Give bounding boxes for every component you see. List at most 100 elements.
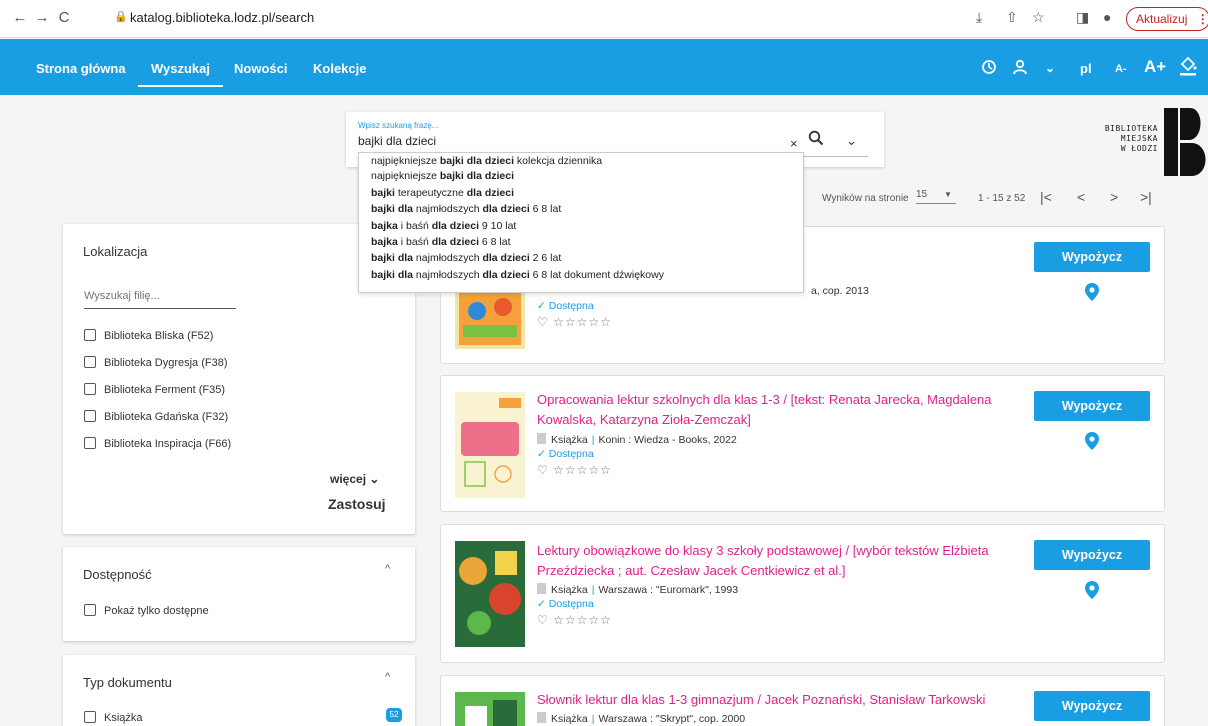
checkbox[interactable] [84, 356, 96, 368]
heart-icon[interactable]: ♡ [537, 613, 549, 627]
doc-type-count-badge: 52 [386, 708, 402, 722]
location-pin-icon[interactable] [1085, 283, 1099, 301]
search-label: Wpisz szukaną frazę... [358, 121, 439, 130]
availability-status: ✓ Dostępna [537, 300, 594, 312]
suggestion-item[interactable]: najpiękniejsze bajki dla dzieci kolekcja… [359, 153, 803, 169]
forward-button[interactable]: → [32, 9, 52, 26]
sidepanel-icon[interactable]: ◨ [1076, 9, 1089, 26]
per-page-value: 15 [916, 189, 928, 200]
user-icon[interactable] [1011, 58, 1029, 76]
checkbox[interactable] [84, 437, 96, 449]
rating-stars[interactable]: ♡ ☆☆☆☆☆ [537, 315, 612, 329]
location-pin-icon[interactable] [1085, 581, 1099, 599]
result-card: Opracowania lektur szkolnych dla klas 1-… [440, 375, 1165, 512]
branch-search-input[interactable] [84, 290, 236, 309]
search-icon[interactable] [808, 130, 824, 146]
check-circle-icon: ✓ [537, 448, 546, 460]
checkbox[interactable] [84, 410, 96, 422]
available-only-option[interactable]: Pokaż tylko dostępne [84, 604, 209, 618]
suggestion-item[interactable]: najpiękniejsze bajki dla dzieci [359, 169, 803, 185]
borrow-button[interactable]: Wypożycz [1034, 242, 1150, 272]
checkbox[interactable] [84, 383, 96, 395]
nav-search[interactable]: Wyszukaj [137, 61, 224, 87]
last-page-icon[interactable]: >| [1140, 189, 1152, 205]
update-label: Aktualizuj [1136, 12, 1188, 26]
availability-status: ✓ Dostępna [537, 448, 594, 460]
history-icon[interactable] [980, 58, 998, 76]
address-bar[interactable]: katalog.biblioteka.lodz.pl/search [130, 10, 314, 25]
apply-filters-button[interactable]: Zastosuj [328, 496, 386, 512]
nav-collections[interactable]: Kolekcje [313, 61, 366, 76]
next-page-icon[interactable]: > [1110, 189, 1118, 205]
checkbox[interactable] [84, 329, 96, 341]
font-decrease-button[interactable]: A- [1115, 63, 1127, 75]
language-switch[interactable]: pl [1080, 61, 1092, 76]
contrast-fill-icon[interactable] [1178, 55, 1198, 77]
location-option-3[interactable]: Biblioteka Ferment (F35) [84, 383, 225, 397]
advanced-search-chevron-icon[interactable]: ⌄ [846, 133, 857, 149]
checkbox[interactable] [84, 604, 96, 616]
chevron-down-icon: ⌄ [369, 472, 380, 486]
suggestion-item[interactable]: bajka i baśń dla dzieci 9 10 lat [359, 219, 803, 235]
book-cover-image [455, 392, 525, 498]
borrow-button[interactable]: Wypożycz [1034, 391, 1150, 421]
suggestion-item[interactable]: bajki dla najmłodszych dla dzieci 6 8 la… [359, 268, 803, 284]
prev-page-icon[interactable]: < [1077, 189, 1085, 205]
more-filters-button[interactable]: więcej ⌄ [330, 472, 379, 486]
location-option-1[interactable]: Biblioteka Bliska (F52) [84, 329, 213, 343]
doc-type-filter-title: Typ dokumentu [83, 675, 172, 690]
result-title[interactable]: Słownik lektur dla klas 1-3 gimnazjum / … [537, 690, 1027, 710]
book-cover-image [455, 541, 525, 647]
location-option-2[interactable]: Biblioteka Dygresja (F38) [84, 356, 228, 370]
suggestion-item[interactable]: bajki dla najmłodszych dla dzieci 6 8 la… [359, 202, 803, 218]
clear-icon[interactable]: × [790, 136, 798, 151]
back-button[interactable]: ← [10, 9, 30, 26]
check-circle-icon: ✓ [537, 300, 546, 312]
library-logo-b [1164, 108, 1206, 176]
result-card: Lektury obowiązkowe do klasy 3 szkoły po… [440, 524, 1165, 663]
checkbox[interactable] [84, 711, 96, 723]
app-navbar: Strona główna Wyszukaj Nowości Kolekcje … [0, 39, 1208, 95]
per-page-caret-icon: ▼ [944, 190, 952, 199]
heart-icon[interactable]: ♡ [537, 315, 549, 329]
borrow-button[interactable]: Wypożycz [1034, 540, 1150, 570]
result-publication: Książka | Konin : Wiedza - Books, 2022 [537, 433, 737, 446]
rating-stars[interactable]: ♡ ☆☆☆☆☆ [537, 613, 612, 627]
result-card: Słownik lektur dla klas 1-3 gimnazjum / … [440, 675, 1165, 726]
suggestion-item[interactable]: bajki dla najmłodszych dla dzieci 2 6 la… [359, 251, 803, 267]
location-option-5[interactable]: Biblioteka Inspiracja (F66) [84, 437, 231, 451]
doc-type-book-option[interactable]: Książka [84, 711, 143, 725]
bookmark-star-icon[interactable]: ☆ [1032, 9, 1045, 26]
location-pin-icon[interactable] [1085, 432, 1099, 450]
location-option-4[interactable]: Biblioteka Gdańska (F32) [84, 410, 228, 424]
update-button[interactable]: Aktualizuj ⋮ [1126, 7, 1208, 31]
browser-toolbar: ← → C 🔒 katalog.biblioteka.lodz.pl/searc… [0, 0, 1208, 38]
borrow-button[interactable]: Wypożycz [1034, 691, 1150, 721]
first-page-icon[interactable]: |< [1040, 189, 1052, 205]
collapse-chevron-up-icon[interactable]: ^ [385, 563, 390, 575]
suggestion-item[interactable]: bajki terapeutyczne dla dzieci [359, 186, 803, 202]
share-icon[interactable]: ⇧ [1006, 9, 1018, 26]
result-title[interactable]: Opracowania lektur szkolnych dla klas 1-… [537, 390, 1027, 430]
book-icon [537, 712, 546, 723]
user-chevron-down-icon[interactable]: ⌄ [1045, 61, 1055, 75]
rating-stars[interactable]: ♡ ☆☆☆☆☆ [537, 463, 612, 477]
result-publication: Książka | Warszawa : "Skrypt", cop. 2000 [537, 712, 745, 725]
result-title[interactable]: Lektury obowiązkowe do klasy 3 szkoły po… [537, 541, 1027, 581]
per-page-select[interactable]: 15 ▼ [916, 189, 956, 204]
availability-filter-panel: Dostępność ^ [63, 547, 415, 641]
suggestion-item[interactable]: bajka i baśń dla dzieci 6 8 lat [359, 235, 803, 251]
search-input[interactable] [358, 134, 778, 148]
profile-icon[interactable]: ● [1103, 9, 1111, 25]
reload-button[interactable]: C [54, 9, 74, 26]
result-publication: Książka | Warszawa : "Euromark", 1993 [537, 583, 738, 596]
library-logo-text: BIBLIOTEKA MIEJSKA W ŁODZI [1104, 124, 1158, 153]
collapse-chevron-up-icon[interactable]: ^ [385, 671, 390, 683]
heart-icon[interactable]: ♡ [537, 463, 549, 477]
font-increase-button[interactable]: A+ [1144, 57, 1166, 77]
availability-status: ✓ Dostępna [537, 598, 594, 610]
menu-dots-icon: ⋮ [1196, 12, 1208, 26]
install-icon[interactable]: ⤓ [976, 9, 982, 26]
nav-home[interactable]: Strona główna [36, 61, 126, 76]
nav-new[interactable]: Nowości [234, 61, 287, 76]
